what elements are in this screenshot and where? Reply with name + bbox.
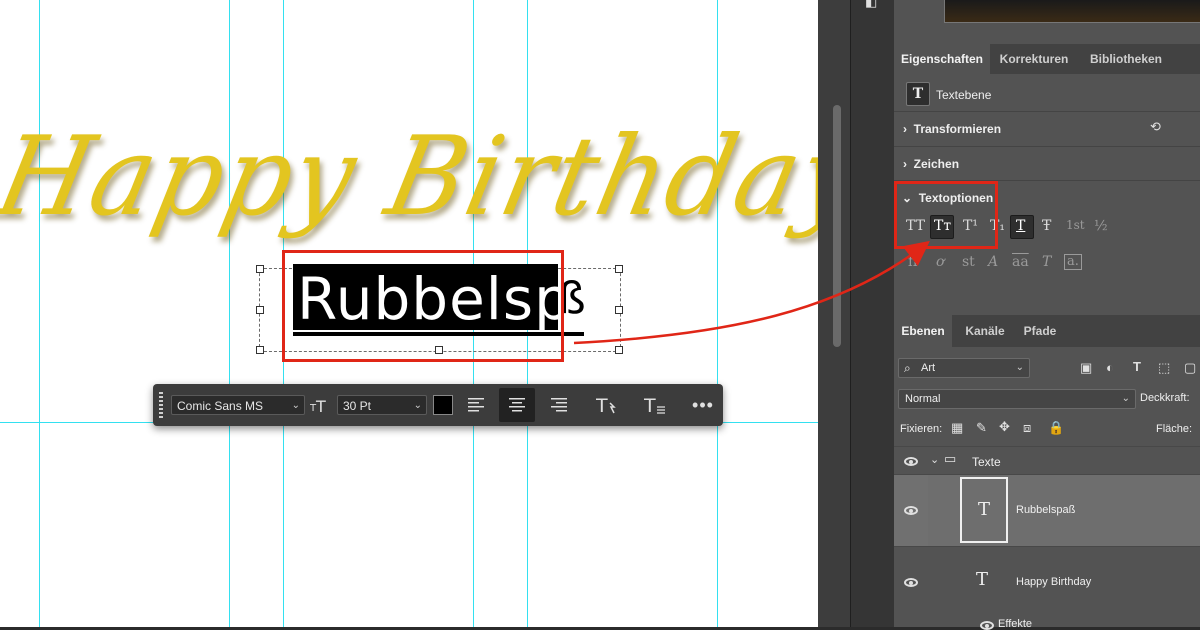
opacity-label: Deckkraft: [1140, 392, 1190, 404]
layer-type-label: Textebene [936, 88, 992, 102]
filter-type-icon[interactable]: T [1133, 359, 1141, 374]
blend-mode-value: Normal [905, 393, 941, 405]
contextual-text-toolbar: Comic Sans MS ⌄ TT 30 Pt ⌄ T T ••• [153, 384, 723, 426]
transform-handle[interactable] [256, 306, 264, 314]
fill-label: Fläche: [1156, 423, 1193, 435]
font-size-select[interactable]: 30 Pt ⌄ [337, 395, 427, 415]
dock-tool-icon[interactable]: ◧ [865, 0, 877, 10]
filter-adjustment-icon[interactable]: ◐ [1106, 360, 1114, 375]
font-size-value: 30 Pt [343, 399, 372, 413]
align-left-icon [468, 398, 484, 412]
discretionary-ligatures-icon: st [962, 254, 975, 270]
tab-kanaele[interactable]: Kanäle [954, 315, 1016, 347]
layer-row-happy-birthday[interactable]: T Happy Birthday [894, 546, 1200, 619]
layer-thumbnail-text-icon: T [960, 477, 1008, 543]
titling-alternates-icon: T [1042, 254, 1052, 270]
ordinal-box-icon: a. [1064, 254, 1082, 270]
align-right-button[interactable] [541, 388, 577, 422]
eye-icon[interactable] [904, 457, 918, 466]
eye-icon[interactable] [904, 506, 918, 515]
annotation-arrow [573, 240, 930, 345]
section-transform-label: Transformieren [913, 122, 1002, 136]
divider [894, 111, 1200, 112]
guide-vertical [39, 0, 40, 627]
section-character-label: Zeichen [913, 157, 960, 171]
section-character[interactable]: › Zeichen [903, 157, 959, 171]
toolbar-grip-handle[interactable] [159, 392, 163, 418]
svg-text:T: T [596, 395, 608, 415]
svg-text:T: T [644, 395, 656, 415]
tab-eigenschaften[interactable]: Eigenschaften [894, 44, 990, 74]
ordinals-icon: 1st [1066, 218, 1085, 232]
align-right-icon [551, 398, 567, 412]
swash-icon: A [988, 254, 999, 270]
layer-group-name: Texte [972, 455, 1001, 469]
lock-all-icon[interactable]: 🔒 [1048, 420, 1064, 436]
reset-transform-icon[interactable]: ⟲ [1150, 119, 1161, 135]
font-family-select[interactable]: Comic Sans MS ⌄ [171, 395, 305, 415]
tab-pfade[interactable]: Pfade [1016, 315, 1064, 347]
lock-label: Fixieren: [900, 423, 943, 435]
text-layer-type-icon: T [906, 82, 930, 106]
layer-name: Happy Birthday [1016, 576, 1092, 588]
lock-artboard-icon[interactable]: ⧈ [1023, 420, 1031, 436]
font-family-value: Comic Sans MS [177, 399, 264, 413]
blend-mode-select[interactable]: Normal ⌄ [898, 389, 1136, 409]
chevron-down-icon: ⌄ [1015, 362, 1024, 373]
navigator-preview [944, 0, 1200, 23]
eye-icon[interactable] [980, 621, 994, 630]
layer-filter-value: Art [921, 362, 936, 374]
tab-bibliotheken[interactable]: Bibliotheken [1082, 44, 1170, 74]
font-size-icon: TT [305, 388, 335, 422]
properties-tabbar: Eigenschaften Korrekturen Bibliotheken [894, 44, 1200, 74]
warp-text-button[interactable]: T [589, 388, 625, 422]
layer-group-row[interactable]: ⌄ ▭ Texte [894, 446, 1200, 475]
section-transform[interactable]: › Transformieren [903, 122, 1001, 136]
eye-icon[interactable] [904, 578, 918, 587]
chevron-down-icon: ⌄ [291, 400, 300, 411]
search-icon: ⌕ [904, 361, 911, 375]
stylistic-alternates-icon: aa [1012, 254, 1029, 270]
lock-transparent-icon[interactable]: ▦ [951, 420, 963, 436]
align-center-icon [509, 398, 525, 412]
strikethrough-icon[interactable]: Ŧ [1042, 218, 1051, 234]
layer-thumbnail-text-icon: T [976, 569, 989, 590]
align-left-button[interactable] [458, 388, 494, 422]
fractions-icon: ½ [1094, 218, 1108, 234]
guide-vertical [229, 0, 230, 627]
layer-effects-row[interactable]: Effekte [894, 614, 1200, 630]
layers-tabbar: Ebenen Kanäle Pfade [894, 315, 1200, 347]
chevron-down-icon[interactable]: ⌄ [930, 453, 939, 466]
divider [894, 146, 1200, 147]
lock-position-icon[interactable]: ✥ [999, 419, 1010, 435]
annotation-box-canvas [282, 250, 564, 362]
more-icon: ••• [692, 394, 714, 415]
chevron-right-icon: › [903, 122, 907, 136]
chevron-right-icon: › [903, 157, 907, 171]
filter-pixel-icon[interactable]: ▣ [1080, 360, 1092, 376]
lock-image-icon[interactable]: ✎ [976, 420, 987, 436]
happy-birthday-text: Happy Birthday [0, 112, 818, 241]
underline-icon[interactable]: T [1016, 218, 1025, 234]
svg-text:T: T [315, 397, 326, 414]
layer-name: Rubbelspaß [1016, 504, 1076, 516]
layer-row-rubbelspass[interactable]: T Rubbelspaß [894, 474, 1200, 547]
chevron-down-icon: ⌄ [413, 400, 422, 411]
text-color-swatch[interactable] [433, 395, 453, 415]
text-options-button[interactable]: T [637, 388, 673, 422]
filter-smart-object-icon[interactable]: ▢ [1184, 360, 1196, 376]
align-center-button[interactable] [499, 388, 535, 422]
folder-icon: ▭ [944, 451, 957, 466]
transform-handle[interactable] [256, 346, 264, 354]
more-options-button[interactable]: ••• [685, 388, 721, 422]
tab-korrekturen[interactable]: Korrekturen [994, 44, 1074, 74]
effects-label: Effekte [998, 618, 1033, 630]
transform-handle[interactable] [256, 265, 264, 273]
tab-ebenen[interactable]: Ebenen [894, 315, 952, 347]
layer-filter-select[interactable]: ⌕ Art ⌄ [898, 358, 1030, 378]
filter-shape-icon[interactable]: ⬚ [1158, 360, 1170, 376]
chevron-down-icon: ⌄ [1121, 393, 1130, 404]
warp-text-icon: T [596, 395, 616, 415]
text-options-icon: T [644, 395, 665, 415]
